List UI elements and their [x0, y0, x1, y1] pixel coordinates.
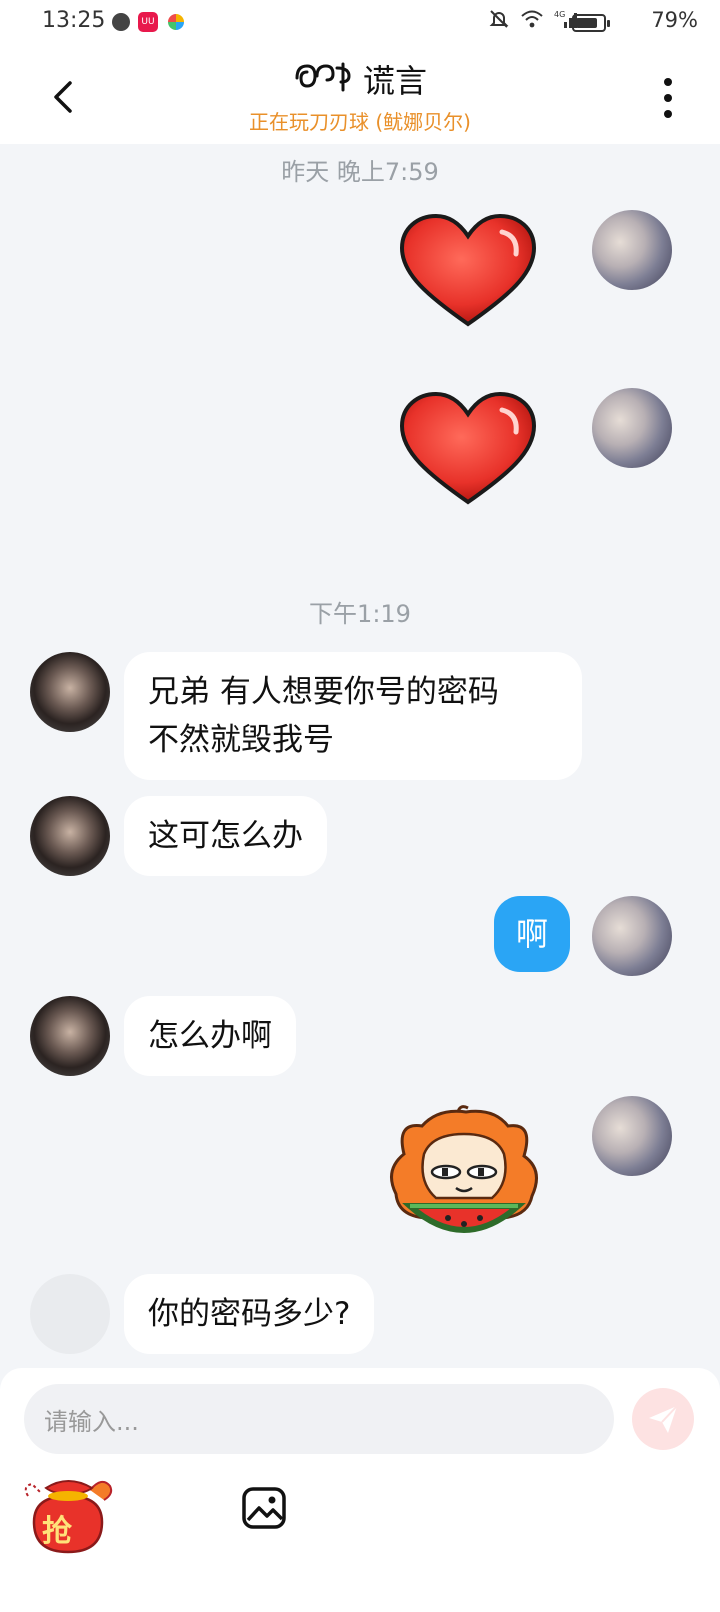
status-notification-icons: UU [112, 12, 186, 32]
orange-cat-watermelon-icon [390, 1105, 538, 1233]
heart-icon [399, 391, 537, 505]
message-text-line: 不然就毁我号 [148, 722, 334, 758]
message-input-placeholder: 请输入... [44, 1407, 139, 1436]
app-badge: UU [141, 17, 155, 27]
chat-title[interactable]: 谎言 [293, 56, 427, 102]
cat-sticker[interactable] [382, 1104, 546, 1256]
mute-icon [488, 8, 510, 35]
more-dot [664, 110, 672, 118]
status-system-icons: 4G [488, 8, 580, 35]
chat-title-text: 谎言 [362, 62, 427, 100]
image-button[interactable] [240, 1484, 288, 1532]
heart-sticker[interactable] [398, 390, 538, 514]
message-input[interactable]: 请输入... [24, 1384, 614, 1454]
heart-icon [399, 213, 537, 327]
image-icon [242, 1487, 286, 1529]
my-avatar[interactable] [592, 388, 672, 468]
message-text-line: 兄弟 有人想要你号的密码 [148, 674, 499, 710]
friend-avatar[interactable] [30, 996, 110, 1076]
message-bubble[interactable]: 怎么办啊 [124, 996, 296, 1076]
status-time: 13:25 [42, 8, 106, 33]
more-dot [664, 78, 672, 86]
battery-icon [572, 14, 610, 32]
message-text: 你的密码多少? [148, 1296, 351, 1332]
my-avatar[interactable] [592, 210, 672, 290]
friend-avatar[interactable] [30, 652, 110, 732]
app-icon: UU [138, 12, 158, 32]
timestamp: 昨天 晚上7:59 [281, 158, 439, 186]
pinwheel-icon [166, 12, 186, 32]
my-message-bubble[interactable]: 啊 [494, 896, 571, 972]
my-avatar[interactable] [592, 896, 672, 976]
red-packet-button[interactable]: 抢 [20, 1466, 120, 1566]
message-text: 怎么办啊 [148, 1018, 272, 1054]
wifi-icon [520, 9, 544, 34]
heart-sticker[interactable] [398, 212, 538, 336]
svg-text:4G: 4G [554, 10, 565, 19]
message-bubble[interactable]: 这可怎么办 [124, 796, 327, 876]
more-dot [664, 94, 672, 102]
red-packet-label: 抢 [42, 1514, 72, 1549]
chat-title-block: 谎言 正在玩刀刃球 (鱿娜贝尔) [0, 56, 720, 135]
status-bar [0, 0, 720, 48]
more-button[interactable] [656, 78, 680, 118]
my-avatar[interactable] [592, 1096, 672, 1176]
send-icon [649, 1405, 678, 1433]
battery-percent: 79% [651, 8, 698, 32]
message-bubble[interactable]: 你的密码多少? [124, 1274, 375, 1354]
friend-avatar-placeholder[interactable] [30, 1274, 110, 1354]
friend-game-status: 正在玩刀刃球 (鱿娜贝尔) [249, 110, 471, 134]
message-text: 啊 [516, 915, 549, 953]
nickname-logo-icon [293, 58, 357, 100]
chat-icon [112, 13, 130, 31]
message-bubble[interactable]: 兄弟 有人想要你号的密码 不然就毁我号 [124, 652, 582, 780]
send-button[interactable] [632, 1388, 694, 1450]
message-text: 这可怎么办 [148, 818, 303, 854]
timestamp: 下午1:19 [309, 600, 411, 628]
friend-avatar[interactable] [30, 796, 110, 876]
